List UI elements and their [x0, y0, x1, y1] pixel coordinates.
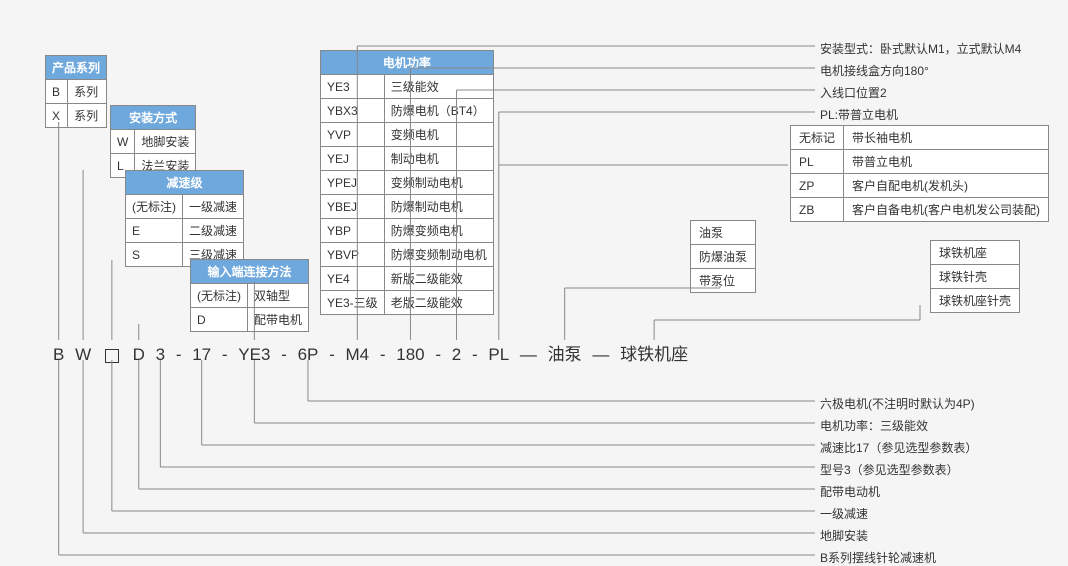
table-motor-mark: 无标记带长袖电机 PL带普立电机 ZP客户自配电机(发机头) ZB客户自备电机(…	[790, 125, 1049, 222]
note-with-motor: 配带电动机	[820, 483, 880, 500]
table-row: (无标注)一级减速	[126, 195, 244, 219]
table-row: B系列	[46, 80, 107, 104]
note-inlet: 入线口位置2	[820, 84, 887, 101]
table-row: YBX3防爆电机（BT4）	[321, 99, 494, 123]
code-reduction	[102, 345, 122, 365]
code-pl: PL	[488, 345, 509, 365]
table-motor: 电机功率 YE3三级能效 YBX3防爆电机（BT4） YVP变频电机 YEJ制动…	[320, 50, 494, 315]
table-row: ZP客户自配电机(发机头)	[791, 174, 1049, 198]
note-motor-power: 电机功率：三级能效	[820, 417, 928, 434]
code-model: 3	[156, 345, 165, 365]
table-row: 无标记带长袖电机	[791, 126, 1049, 150]
table-row: D配带电机	[191, 308, 309, 332]
code-series: B	[53, 345, 64, 365]
table-row: YBEJ防爆制动电机	[321, 195, 494, 219]
table-row: 防爆油泵	[691, 245, 756, 269]
note-b-series: B系列摆线针轮减速机	[820, 549, 936, 566]
table-input: 输入端连接方法 (无标注)双轴型 D配带电机	[190, 259, 309, 332]
table-row: 油泵	[691, 221, 756, 245]
code-mount: W	[75, 345, 91, 365]
table-row: X系列	[46, 104, 107, 128]
motor-title: 电机功率	[321, 51, 494, 75]
mount-title: 安装方式	[111, 106, 196, 130]
note-install-type: 安装型式：卧式默认M1，立式默认M4	[820, 40, 1021, 57]
model-code: B W D 3 - 17 - YE3 - 6P - M4 - 180 - 2 -…	[50, 340, 691, 365]
table-iron: 球铁机座 球铁针壳 球铁机座针壳	[930, 240, 1020, 313]
series-title: 产品系列	[46, 56, 107, 80]
note-junction-box: 电机接线盒方向180°	[820, 62, 929, 79]
table-row: 球铁针壳	[931, 265, 1020, 289]
table-row: YE4新版二级能效	[321, 267, 494, 291]
table-row: W地脚安装	[111, 130, 196, 154]
table-row: YEJ制动电机	[321, 147, 494, 171]
code-direction: 180	[396, 345, 424, 365]
note-one-stage: 一级减速	[820, 505, 868, 522]
code-input: D	[133, 345, 145, 365]
code-motor-power: YE3	[238, 345, 270, 365]
note-foot-mount: 地脚安装	[820, 527, 868, 544]
table-pump: 油泵 防爆油泵 带泵位	[690, 220, 756, 293]
note-model: 型号3（参见选型参数表）	[820, 461, 959, 478]
table-mount: 安装方式 W地脚安装 L法兰安装	[110, 105, 196, 178]
table-row: PL带普立电机	[791, 150, 1049, 174]
note-ratio: 减速比17（参见选型参数表）	[820, 439, 977, 456]
table-row: YBVP防爆变频制动电机	[321, 243, 494, 267]
code-pump: 油泵	[548, 340, 582, 365]
connector-lines	[0, 0, 1068, 564]
code-poles: 6P	[298, 345, 319, 365]
reduction-title: 减速级	[126, 171, 244, 195]
square-placeholder	[105, 349, 119, 363]
table-reduction: 减速级 (无标注)一级减速 E二级减速 S三级减速	[125, 170, 244, 267]
code-ratio: 17	[192, 345, 211, 365]
table-row: YE3三级能效	[321, 75, 494, 99]
table-row: YVP变频电机	[321, 123, 494, 147]
table-row: (无标注)双轴型	[191, 284, 309, 308]
table-row: YBP防爆变频电机	[321, 219, 494, 243]
table-row: 带泵位	[691, 269, 756, 293]
table-series: 产品系列 B系列 X系列	[45, 55, 107, 128]
table-row: YE3-三级老版二级能效	[321, 291, 494, 315]
table-row: 球铁机座针壳	[931, 289, 1020, 313]
code-inlet: 2	[452, 345, 461, 365]
table-row: YPEJ变频制动电机	[321, 171, 494, 195]
table-row: 球铁机座	[931, 241, 1020, 265]
table-row: E二级减速	[126, 219, 244, 243]
input-title: 输入端连接方法	[191, 260, 309, 284]
note-poles: 六极电机(不注明时默认为4P)	[820, 395, 975, 412]
code-install: M4	[346, 345, 370, 365]
code-iron: 球铁机座	[620, 340, 688, 365]
note-pl: PL:带普立电机	[820, 106, 898, 123]
table-row: ZB客户自备电机(客户电机发公司装配)	[791, 198, 1049, 222]
